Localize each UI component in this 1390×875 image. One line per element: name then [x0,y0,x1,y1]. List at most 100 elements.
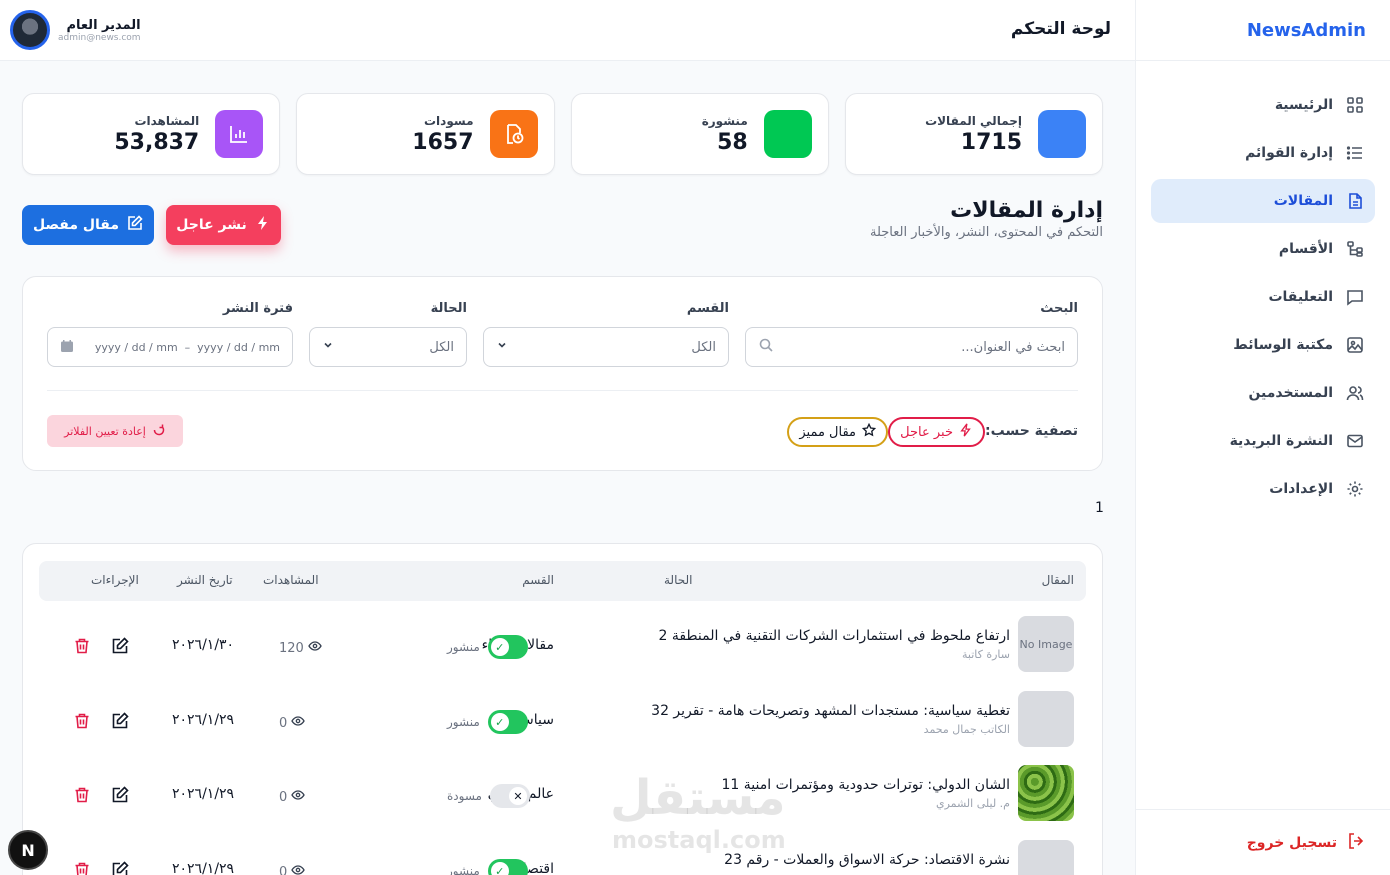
sidebar: NewsAdmin الرئيسية إدارة القوائم المقالا… [1135,0,1390,875]
edit-square-icon [127,215,143,235]
publish-toggle[interactable]: ✕ [489,784,530,808]
stat-card-total: إجمالي المقالات 1715 [844,93,1103,175]
status-cell: ✓ منشور [447,635,528,659]
status-cell: ✓ منشور [447,859,528,875]
trash-icon[interactable] [73,712,91,734]
articles-table: المقال القسم الحالة المشاهدات تاريخ النش… [22,543,1103,875]
check-icon: ✓ [490,862,509,875]
publish-toggle[interactable]: ✓ [487,859,528,875]
edit-icon[interactable] [111,637,129,659]
brand-logo[interactable]: NewsAdmin [1136,0,1390,61]
list-icon [1345,143,1365,163]
article-author: سارة كاتبة [961,648,1010,661]
publish-date: ٢٠٢٦/١/٢٩ [172,861,235,875]
status-select[interactable]: الكل [309,327,467,367]
sidebar-nav: الرئيسية إدارة القوائم المقالات الأقسام … [1136,61,1390,511]
views-cell: 0 [279,714,306,732]
draft-file-icon [489,110,538,158]
check-icon: ✓ [490,638,509,656]
calendar-icon [60,339,74,356]
header-actions: الإجراءات [91,573,139,587]
breaking-news-chip[interactable]: خبر عاجل [888,417,985,447]
edit-icon[interactable] [111,861,129,875]
category-select[interactable]: الكل [483,327,729,367]
reset-filters-label: إعادة تعيين الفلاتر [64,424,146,438]
image-icon [1345,335,1365,355]
publish-date: ٢٠٢٦/١/٢٩ [172,712,235,728]
chevron-down-icon [496,339,508,355]
urgent-publish-button[interactable]: نشر عاجل [166,205,281,245]
section-title: إدارة المقالات [950,198,1103,223]
eye-icon [291,714,306,732]
detailed-article-button[interactable]: مقال مفصل [22,205,154,245]
trash-icon[interactable] [73,637,91,659]
sidebar-item-settings[interactable]: الإعدادات [1151,467,1375,511]
breaking-news-label: خبر عاجل [900,424,953,440]
sidebar-item-label: إدارة القوائم [1245,145,1333,161]
views-cell: 0 [279,788,306,806]
edit-icon[interactable] [111,786,129,808]
sidebar-item-label: الإعدادات [1269,481,1333,497]
sidebar-item-media[interactable]: مكتبة الوسائط [1151,323,1375,367]
thumbnail [1018,765,1074,821]
stat-value: 58 [717,129,748,155]
user-menu[interactable]: المدير العام admin@news.com [10,10,141,50]
edit-icon[interactable] [111,712,129,734]
eye-icon [308,639,322,657]
sidebar-item-label: المستخدمين [1248,385,1333,401]
sidebar-item-comments[interactable]: التعليقات [1151,275,1375,319]
article-author: م. ليلى الشمري [935,797,1010,810]
stat-label: المشاهدات [134,113,200,128]
eye-icon [291,788,306,806]
topbar: لوحة التحكم المدير العام admin@news.com [0,0,1135,61]
sidebar-item-menus[interactable]: إدارة القوائم [1151,131,1375,175]
trash-icon[interactable] [73,786,91,808]
logout-button[interactable]: تسجيل خروج [1135,809,1390,875]
table-row[interactable]: No Image ارتفاع ملحوظ في استثمارات الشرك… [39,606,1086,680]
next-badge[interactable]: N [8,830,48,870]
featured-article-chip[interactable]: مقال مميز [787,417,888,447]
watermark-arabic: مستقل [610,770,786,826]
comment-icon [1345,287,1365,307]
status-text: منشور [447,640,480,654]
date-range-input[interactable]: yyyy / dd / mm – yyyy / dd / mm [47,327,293,367]
article-title[interactable]: تغطية سياسية: مستجدات المشهد وتصريحات ها… [651,703,1010,719]
stat-label: منشورة [701,113,748,128]
avatar[interactable] [10,10,50,50]
status-cell: ✕ مسودة [447,784,530,808]
period-label: فترة النشر [222,301,293,316]
header-article: المقال [1041,573,1074,587]
header-views: المشاهدات [263,573,319,587]
publish-toggle[interactable]: ✓ [487,710,528,734]
filters-panel: البحث ابحث في العنوان... القسم الكل الحا… [22,276,1103,471]
views-count: 120 [279,640,304,656]
watermark-latin: mostaql.com [612,826,786,854]
views-cell: 120 [279,639,322,657]
search-label: البحث [1040,301,1078,316]
eye-icon [291,863,306,875]
publish-toggle[interactable]: ✓ [487,635,528,659]
sidebar-item-articles[interactable]: المقالات [1151,179,1375,223]
table-row[interactable]: الشان الدولي: توترات حدودية ومؤتمرات امن… [39,755,1086,829]
stat-value: 1715 [960,129,1022,155]
sidebar-item-label: النشرة البريدية [1229,433,1333,449]
table-row[interactable]: تغطية سياسية: مستجدات المشهد وتصريحات ها… [39,681,1086,755]
stats-row: إجمالي المقالات 1715 منشورة 58 مسودات 1657 … [22,93,1103,175]
article-title[interactable]: نشرة الاقتصاد: حركة الاسواق والعملات - ر… [724,852,1010,868]
sidebar-item-sections[interactable]: الأقسام [1151,227,1375,271]
filters-divider [47,390,1078,391]
reset-filters-button[interactable]: إعادة تعيين الفلاتر [47,415,183,447]
page-number[interactable]: 1 [1095,500,1104,516]
stat-card-views: المشاهدات 53,837 [22,93,281,175]
sitemap-icon [1345,239,1365,259]
trash-icon[interactable] [73,861,91,875]
search-input[interactable]: ابحث في العنوان... [745,327,1078,367]
app-root: NewsAdmin الرئيسية إدارة القوائم المقالا… [0,0,1390,875]
table-row[interactable]: نشرة الاقتصاد: حركة الاسواق والعملات - ر… [39,830,1086,875]
sidebar-item-home[interactable]: الرئيسية [1151,83,1375,127]
sidebar-item-users[interactable]: المستخدمين [1151,371,1375,415]
gear-icon [1345,479,1365,499]
article-title[interactable]: ارتفاع ملحوظ في استثمارات الشركات التقني… [658,628,1010,644]
sidebar-item-newsletter[interactable]: النشرة البريدية [1151,419,1375,463]
user-info: المدير العام admin@news.com [58,18,141,43]
